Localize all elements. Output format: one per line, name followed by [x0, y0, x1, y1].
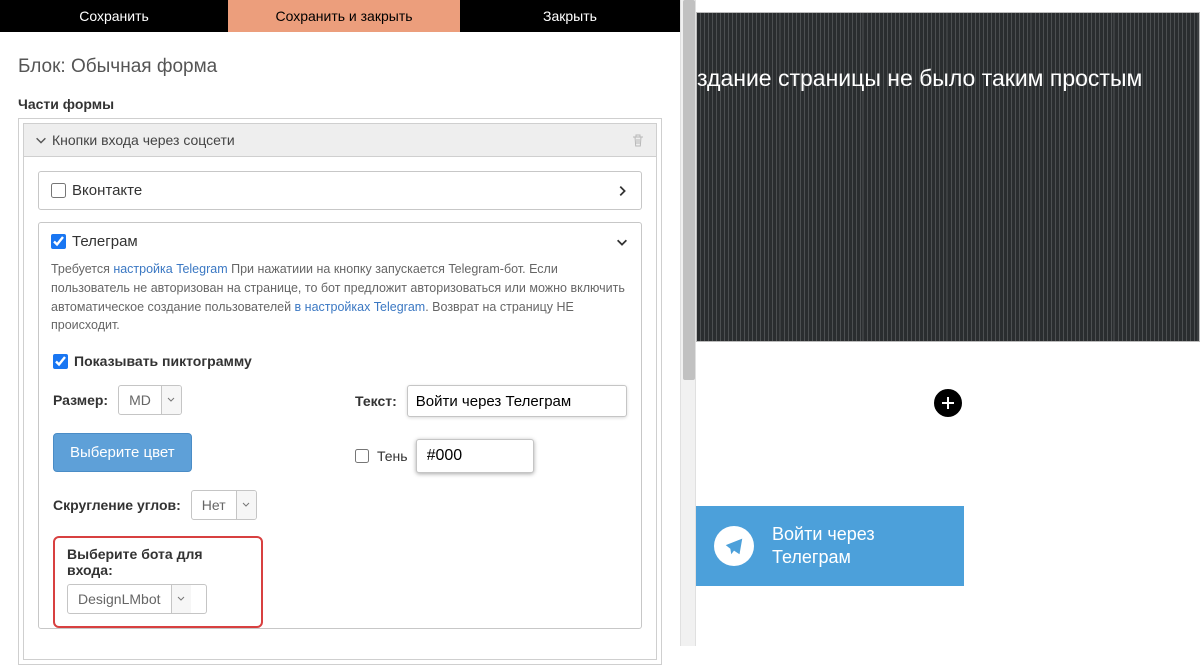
add-block-button[interactable]	[931, 386, 965, 420]
close-button[interactable]: Закрыть	[460, 0, 680, 32]
telegram-label: Телеграм	[72, 233, 138, 250]
editor-scrollbar[interactable]	[680, 0, 696, 646]
telegram-settings: Показывать пиктограмму Размер: MD	[39, 353, 641, 628]
scrollbar-thumb[interactable]	[683, 0, 695, 380]
dropdown-caret-icon	[236, 491, 256, 519]
form-parts-label: Части формы	[18, 96, 662, 112]
telegram-description: Требуется настройка Telegram При нажатии…	[39, 260, 641, 347]
chevron-down-icon	[615, 235, 629, 249]
hero-block[interactable]: здание страницы не было таким простым	[696, 12, 1200, 342]
preview-pane: Предпросмотр здание страницы не было так…	[696, 0, 1200, 646]
bot-select-label: Выберите бота для входа:	[67, 546, 249, 578]
telegram-login-button-preview[interactable]: Войти через Телеграм	[696, 506, 964, 586]
telegram-toggle-row[interactable]: Телеграм	[39, 223, 641, 260]
telegram-icon	[714, 526, 754, 566]
dropdown-caret-icon	[161, 386, 181, 414]
editor-pane: Блок: Обычная форма Части формы Кнопки в…	[0, 32, 680, 665]
choose-color-button[interactable]: Выберите цвет	[53, 433, 192, 472]
hero-headline: здание страницы не было таким простым	[697, 65, 1187, 92]
social-login-panel-header[interactable]: Кнопки входа через соцсети	[23, 123, 657, 157]
button-text-input[interactable]	[407, 385, 627, 417]
telegram-settings-link-2[interactable]: в настройках Telegram	[295, 300, 426, 314]
telegram-settings-link[interactable]: настройка Telegram	[113, 262, 227, 276]
telegram-button-line1: Войти через	[772, 523, 875, 546]
chevron-down-icon	[34, 133, 48, 147]
size-label: Размер:	[53, 392, 108, 408]
border-radius-value: Нет	[192, 491, 236, 519]
show-pictogram-label: Показывать пиктограмму	[74, 353, 252, 369]
vk-item: Вконтакте	[38, 171, 642, 210]
block-title: Блок: Обычная форма	[18, 56, 662, 78]
telegram-button-line2: Телеграм	[772, 546, 875, 569]
vk-checkbox[interactable]	[51, 183, 66, 198]
show-pictogram-checkbox[interactable]	[53, 354, 68, 369]
size-select[interactable]: MD	[118, 385, 182, 415]
telegram-checkbox[interactable]	[51, 234, 66, 249]
bot-select-value: DesignLMbot	[68, 585, 171, 613]
bot-select-box: Выберите бота для входа: DesignLMbot	[53, 536, 263, 628]
trash-icon[interactable]	[630, 132, 646, 148]
vk-label: Вконтакте	[72, 182, 142, 199]
form-parts-panel: Кнопки входа через соцсети Вконтакте	[18, 118, 662, 665]
dropdown-caret-icon	[171, 585, 191, 613]
plus-icon	[940, 395, 956, 411]
shadow-label: Тень	[377, 448, 408, 464]
editor-toolbar: Сохранить Сохранить и закрыть Закрыть	[0, 0, 680, 32]
panel-header-label: Кнопки входа через соцсети	[52, 132, 235, 148]
border-radius-select[interactable]: Нет	[191, 490, 257, 520]
social-login-panel-body: Вконтакте Телеграм Требуется настройка T…	[23, 157, 657, 660]
chevron-right-icon	[615, 184, 629, 198]
save-button[interactable]: Сохранить	[0, 0, 228, 32]
shadow-color-input[interactable]	[416, 439, 534, 473]
desc-text: Требуется	[51, 262, 113, 276]
size-value: MD	[119, 386, 161, 414]
text-label: Текст:	[355, 393, 397, 409]
shadow-checkbox[interactable]	[355, 449, 369, 463]
save-close-button[interactable]: Сохранить и закрыть	[228, 0, 460, 32]
border-radius-label: Скругление углов:	[53, 497, 181, 513]
bot-select[interactable]: DesignLMbot	[67, 584, 207, 614]
vk-toggle-row[interactable]: Вконтакте	[39, 172, 641, 209]
telegram-item: Телеграм Требуется настройка Telegram Пр…	[38, 222, 642, 629]
